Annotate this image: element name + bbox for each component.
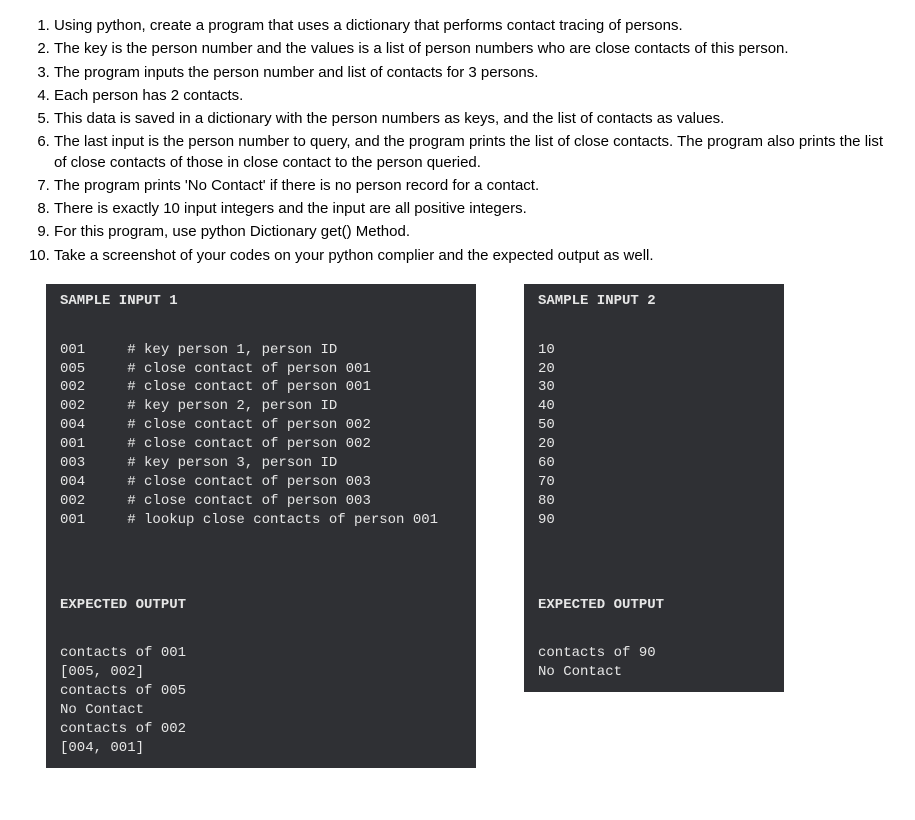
sample2-input-body: 10 20 30 40 50 20 60 70 80 90 (524, 331, 784, 540)
instruction-item: This data is saved in a dictionary with … (54, 109, 897, 129)
instruction-item: Each person has 2 contacts. (54, 86, 897, 106)
instruction-item: The program prints 'No Contact' if there… (54, 176, 897, 196)
instruction-item: The last input is the person number to q… (54, 132, 897, 173)
instruction-item: Using python, create a program that uses… (54, 16, 897, 36)
sample1-output-body: contacts of 001 [005, 002] contacts of 0… (46, 634, 476, 767)
sample1-input-body: 001 # key person 1, person ID 005 # clos… (46, 331, 476, 540)
sample2-input-header: SAMPLE INPUT 2 (524, 284, 784, 319)
sample1-input-header: SAMPLE INPUT 1 (46, 284, 476, 319)
samples-row: SAMPLE INPUT 1 001 # key person 1, perso… (46, 284, 897, 768)
instruction-item: Take a screenshot of your codes on your … (54, 246, 897, 266)
instruction-item: For this program, use python Dictionary … (54, 222, 897, 242)
instruction-item: The program inputs the person number and… (54, 63, 897, 83)
sample-column-2: SAMPLE INPUT 2 10 20 30 40 50 20 60 70 8… (524, 284, 784, 768)
instruction-item: There is exactly 10 input integers and t… (54, 199, 897, 219)
instructions-list: Using python, create a program that uses… (18, 16, 897, 266)
sample-column-1: SAMPLE INPUT 1 001 # key person 1, perso… (46, 284, 476, 768)
sample2-output-body: contacts of 90 No Contact (524, 634, 784, 692)
instruction-item: The key is the person number and the val… (54, 39, 897, 59)
sample1-output-header: EXPECTED OUTPUT (46, 588, 476, 623)
sample2-output-header: EXPECTED OUTPUT (524, 588, 784, 623)
